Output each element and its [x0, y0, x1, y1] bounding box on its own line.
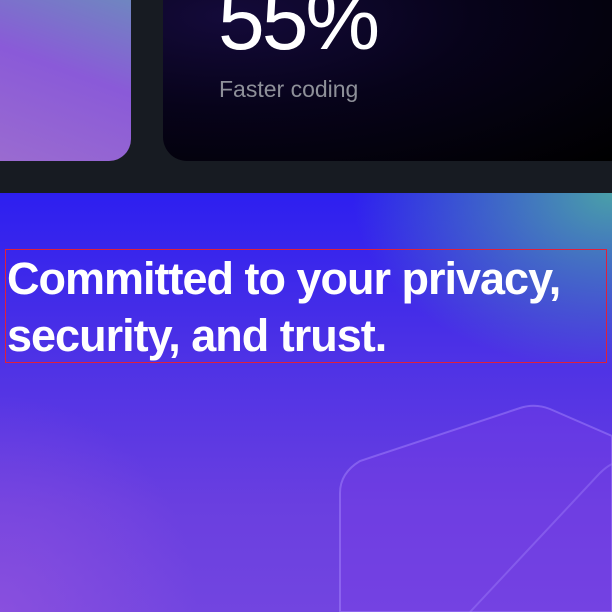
- privacy-hero: Committed to your privacy, security, and…: [0, 193, 612, 612]
- headline-line-2: security, and trust.: [7, 310, 387, 361]
- stat-label: Faster coding: [219, 76, 359, 102]
- gradient-tile: [0, 0, 131, 161]
- stat-value: 55%: [218, 0, 380, 67]
- hero-headline: Committed to your privacy, security, and…: [5, 249, 607, 363]
- headline-line-1: Committed to your privacy,: [7, 253, 561, 304]
- stats-section: 55% Faster coding: [0, 0, 612, 193]
